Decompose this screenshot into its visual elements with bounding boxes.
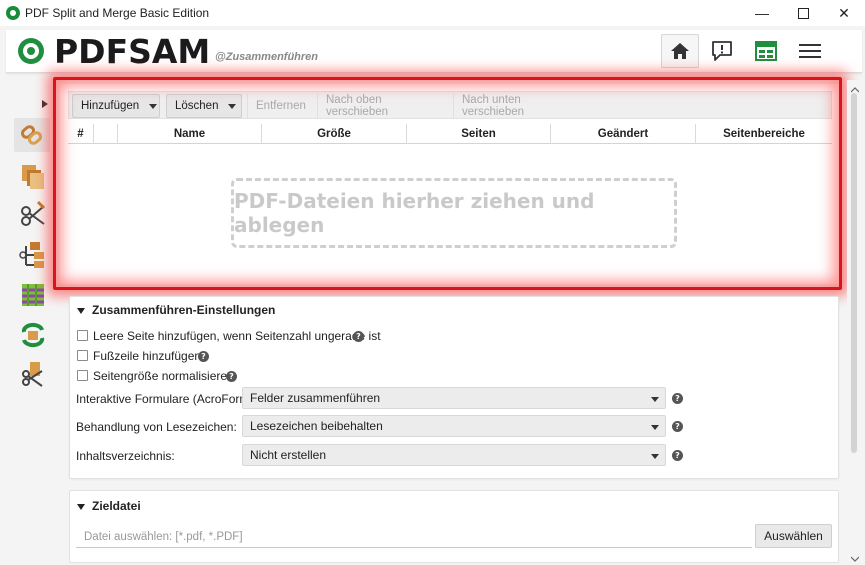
acroforms-select-value: Felder zusammenführen xyxy=(250,391,381,405)
column-header-page-ranges[interactable]: Seitenbereiche xyxy=(696,124,832,144)
chevron-down-icon xyxy=(228,103,237,109)
feedback-icon xyxy=(712,41,732,61)
column-header-modified[interactable]: Geändert xyxy=(551,124,696,144)
add-button-label: Hinzufügen xyxy=(81,100,140,112)
app-icon xyxy=(6,6,20,20)
help-icon[interactable]: ? xyxy=(198,351,209,362)
acroforms-select[interactable]: Felder zusammenführen xyxy=(242,387,666,409)
chevron-down-icon xyxy=(651,425,659,430)
merge-settings-title-text: Zusammenführen-Einstellungen xyxy=(92,303,276,317)
sidebar-expand-icon[interactable] xyxy=(42,97,48,111)
column-header-size[interactable]: Größe xyxy=(262,124,407,144)
bookmarks-label: Behandlung von Lesezeichen: xyxy=(76,420,237,434)
normalize-size-label: Seitengröße normalisieren xyxy=(93,369,234,383)
blank-page-checkbox[interactable] xyxy=(77,330,88,341)
footer-checkbox[interactable] xyxy=(77,350,88,361)
help-icon[interactable]: ? xyxy=(672,421,683,432)
merge-settings-title[interactable]: Zusammenführen-Einstellungen xyxy=(77,303,275,317)
dashboard-icon xyxy=(755,41,777,61)
split-by-bookmarks-icon xyxy=(19,242,44,268)
sidebar-item-alternate-mix[interactable] xyxy=(18,280,48,310)
remove-button-label: Löschen xyxy=(175,100,219,112)
help-icon[interactable]: ? xyxy=(672,393,683,404)
help-icon[interactable]: ? xyxy=(672,450,683,461)
move-up-button[interactable]: Nach oben verschieben xyxy=(317,94,451,118)
chevron-down-icon xyxy=(651,454,659,459)
blank-page-label: Leere Seite hinzufügen, wenn Seitenzahl … xyxy=(93,329,381,343)
add-button[interactable]: Hinzufügen xyxy=(72,94,160,118)
maximize-icon xyxy=(797,7,809,19)
sidebar-item-rotate[interactable] xyxy=(18,320,48,350)
scroll-thumb[interactable] xyxy=(851,93,857,453)
alternate-mix-icon xyxy=(22,284,44,306)
app-logo-text: PDFSAM xyxy=(54,32,210,71)
chevron-down-icon xyxy=(651,397,659,402)
sidebar-item-merge[interactable] xyxy=(14,118,50,152)
split-tool-icon xyxy=(22,165,44,189)
collapse-triangle-icon xyxy=(77,307,85,314)
move-down-button[interactable]: Nach unten verschieben xyxy=(453,94,591,118)
pdfsam-logo-icon xyxy=(18,38,44,64)
column-header-name[interactable]: Name xyxy=(118,124,262,144)
window-title: PDF Split and Merge Basic Edition xyxy=(25,6,210,20)
menu-icon xyxy=(799,44,821,58)
logo-pdf: PDF xyxy=(54,32,129,71)
minimize-button[interactable]: — xyxy=(740,0,784,26)
logo-sam: SAM xyxy=(128,32,211,71)
clear-button[interactable]: Entfernen xyxy=(247,94,313,118)
dashboard-button[interactable] xyxy=(747,34,785,68)
app-header: PDFSAM @Zusammenführen xyxy=(6,30,862,73)
column-header-pages[interactable]: Seiten xyxy=(407,124,551,144)
module-subtitle: @Zusammenführen xyxy=(215,51,319,63)
destination-title[interactable]: Zieldatei xyxy=(77,499,141,513)
bookmarks-select-value: Lesezeichen beibehalten xyxy=(250,419,383,433)
chevron-down-icon xyxy=(149,103,158,109)
toc-select-value: Nicht erstellen xyxy=(250,448,327,462)
browse-button[interactable]: Auswählen xyxy=(755,524,832,548)
collapse-triangle-icon xyxy=(77,503,85,510)
menu-button[interactable] xyxy=(791,34,829,68)
column-header-lock[interactable] xyxy=(94,124,118,144)
destination-file-input[interactable]: Datei auswählen: [*.pdf, *.PDF] xyxy=(76,526,752,548)
sidebar-item-split-size[interactable] xyxy=(18,200,48,230)
maximize-button[interactable] xyxy=(781,0,825,26)
file-toolbar: Hinzufügen Löschen Entfernen Nach oben v… xyxy=(68,91,832,119)
footer-label: Fußzeile hinzufügen xyxy=(93,349,202,363)
feedback-button[interactable] xyxy=(703,34,741,68)
home-icon xyxy=(671,43,689,59)
toc-select[interactable]: Nicht erstellen xyxy=(242,444,666,466)
bookmarks-select[interactable]: Lesezeichen beibehalten xyxy=(242,415,666,437)
normalize-size-checkbox[interactable] xyxy=(77,370,88,381)
help-icon[interactable]: ? xyxy=(226,371,237,382)
split-scissors-icon xyxy=(21,200,46,226)
file-table-header: # Name Größe Seiten Geändert Seitenberei… xyxy=(68,124,832,144)
home-button[interactable] xyxy=(661,34,699,68)
close-button[interactable]: ✕ xyxy=(822,0,865,26)
rotate-icon xyxy=(21,322,45,348)
toc-label: Inhaltsverzeichnis: xyxy=(76,449,175,463)
sidebar-item-extract[interactable] xyxy=(18,360,48,390)
drop-zone[interactable]: PDF-Dateien hierher ziehen und ablegen xyxy=(231,178,677,248)
extract-pages-icon xyxy=(22,362,43,387)
sidebar-item-split-bookmarks[interactable] xyxy=(18,240,48,270)
destination-title-text: Zieldatei xyxy=(92,499,141,513)
remove-button[interactable]: Löschen xyxy=(166,94,242,118)
acroforms-label: Interaktive Formulare (AcroForms) xyxy=(76,392,260,406)
column-header-index[interactable]: # xyxy=(68,124,94,144)
help-icon[interactable]: ? xyxy=(353,331,364,342)
merge-tool-icon xyxy=(20,125,43,145)
sidebar-item-split[interactable] xyxy=(18,162,48,192)
